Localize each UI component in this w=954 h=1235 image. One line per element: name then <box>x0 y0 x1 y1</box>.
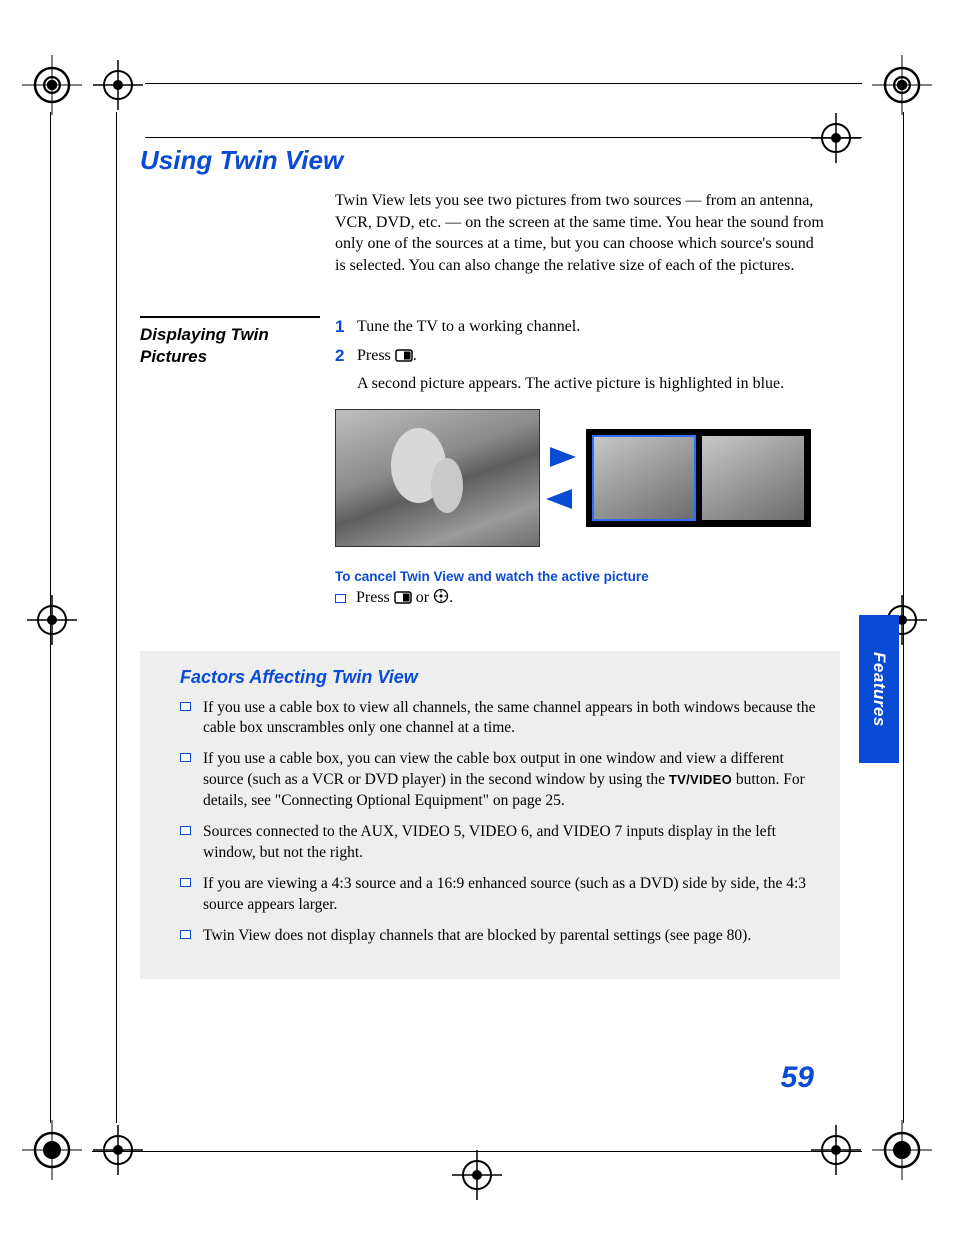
bullet-icon <box>180 702 191 711</box>
step-text-suffix: . <box>413 347 417 364</box>
cancel-text-suffix: . <box>449 589 453 606</box>
illustration-photo-single <box>335 409 540 547</box>
page: Features Using Twin View Twin View lets … <box>0 0 954 1235</box>
list-item: Twin View does not display channels that… <box>180 926 818 947</box>
list-item-text: If you use a cable box to view all chann… <box>203 698 818 740</box>
section-tab-features: Features <box>859 615 899 763</box>
step-2: 2 Press . A second picture appears. The … <box>335 345 840 394</box>
page-title: Using Twin View <box>140 145 840 176</box>
list-item-text: If you are viewing a 4:3 source and a 16… <box>203 874 818 916</box>
bullet-icon <box>180 930 191 939</box>
list-item: If you are viewing a 4:3 source and a 16… <box>180 874 818 916</box>
step-text: Press . A second picture appears. The ac… <box>357 345 840 394</box>
joystick-button-icon <box>433 588 449 609</box>
step-text: Tune the TV to a working channel. <box>357 316 840 339</box>
bullet-icon <box>180 878 191 887</box>
bullet-icon <box>180 826 191 835</box>
list-item: If you use a cable box, you can view the… <box>180 749 818 812</box>
page-number: 59 <box>781 1061 814 1095</box>
step-1: 1 Tune the TV to a working channel. <box>335 316 840 339</box>
content-area: Using Twin View Twin View lets you see t… <box>140 145 840 979</box>
crop-mark-icon <box>447 1145 507 1205</box>
illustration-arrows <box>550 447 576 509</box>
factors-list: If you use a cable box to view all chann… <box>162 698 818 947</box>
crop-mark-icon <box>872 55 932 115</box>
cancel-heading: To cancel Twin View and watch the active… <box>335 569 840 584</box>
illustration-twin-screen <box>586 429 811 527</box>
list-item: If you use a cable box to view all chann… <box>180 698 818 740</box>
crop-line <box>145 137 862 138</box>
twin-view-button-icon <box>395 347 413 369</box>
crop-mark-icon <box>806 1120 866 1180</box>
list-item: Sources connected to the AUX, VIDEO 5, V… <box>180 822 818 864</box>
step-number: 2 <box>335 345 357 394</box>
arrow-right-icon <box>550 447 576 467</box>
crop-line <box>92 1151 862 1152</box>
cancel-text-prefix: Press <box>356 589 394 606</box>
crop-line <box>50 112 51 1123</box>
step-followup: A second picture appears. The active pic… <box>357 373 840 395</box>
steps-list: 1 Tune the TV to a working channel. 2 Pr… <box>335 316 840 608</box>
crop-line <box>903 112 904 1123</box>
side-heading: Displaying Twin Pictures <box>140 316 320 608</box>
twin-view-illustration <box>335 409 840 547</box>
crop-mark-icon <box>88 55 148 115</box>
crop-mark-icon <box>88 1120 148 1180</box>
crop-mark-icon <box>22 590 82 650</box>
twin-view-button-icon <box>394 591 412 609</box>
crop-line <box>145 83 862 84</box>
list-item-text: Sources connected to the AUX, VIDEO 5, V… <box>203 822 818 864</box>
crop-line <box>116 112 117 1123</box>
crop-mark-icon <box>22 55 82 115</box>
intro-paragraph: Twin View lets you see two pictures from… <box>335 190 825 276</box>
step-text-prefix: Press <box>357 347 395 364</box>
factors-title: Factors Affecting Twin View <box>180 667 818 688</box>
tv-video-button-label: TV/VIDEO <box>669 772 732 787</box>
crop-mark-icon <box>872 1120 932 1180</box>
list-item-text: Twin View does not display channels that… <box>203 926 751 947</box>
step-number: 1 <box>335 316 357 339</box>
cancel-text: Press or . <box>356 588 453 609</box>
cancel-text-middle: or <box>412 589 433 606</box>
bullet-icon <box>180 753 191 762</box>
twin-active-picture <box>593 436 695 520</box>
bullet-icon <box>335 594 346 603</box>
section-displaying-twin-pictures: Displaying Twin Pictures 1 Tune the TV t… <box>140 316 840 608</box>
list-item-text: If you use a cable box, you can view the… <box>203 749 818 812</box>
twin-secondary-picture <box>702 436 804 520</box>
factors-box: Factors Affecting Twin View If you use a… <box>140 651 840 979</box>
cancel-instruction: Press or . <box>335 588 840 609</box>
crop-mark-icon <box>22 1120 82 1180</box>
arrow-left-icon <box>546 489 572 509</box>
